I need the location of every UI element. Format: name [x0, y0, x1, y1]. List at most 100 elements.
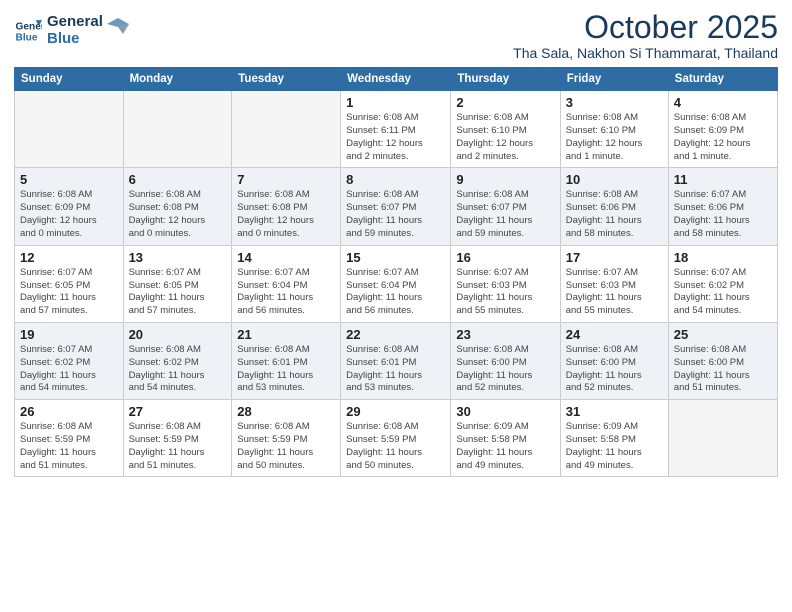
calendar-day-cell: 31Sunrise: 6:09 AM Sunset: 5:58 PM Dayli…	[560, 400, 668, 477]
day-info: Sunrise: 6:08 AM Sunset: 6:10 PM Dayligh…	[566, 112, 663, 163]
calendar-day-cell: 4 Sunrise: 6:08 AM Sunset: 6:09 PM Daylig…	[668, 91, 777, 168]
day-number: 18	[674, 250, 772, 265]
calendar-day-cell: 20 Sunrise: 6:08 AM Sunset: 6:02 PM Dayli…	[123, 322, 232, 399]
day-number: 25	[674, 327, 772, 342]
logo-icon: General Blue	[14, 17, 42, 45]
calendar-day-cell: 26 Sunrise: 6:08 AM Sunset: 5:59 PM Dayli…	[15, 400, 124, 477]
day-info: Sunrise: 6:08 AM Sunset: 6:09 PM Dayligh…	[20, 189, 118, 240]
calendar-day-cell: 6 Sunrise: 6:08 AM Sunset: 6:08 PM Daylig…	[123, 168, 232, 245]
day-number: 20	[129, 327, 227, 342]
calendar-week-row: 19 Sunrise: 6:07 AM Sunset: 6:02 PM Dayli…	[15, 322, 778, 399]
calendar-day-cell: 11 Sunrise: 6:07 AM Sunset: 6:06 PM Dayli…	[668, 168, 777, 245]
day-number: 21	[237, 327, 335, 342]
calendar-day-cell: 19 Sunrise: 6:07 AM Sunset: 6:02 PM Dayli…	[15, 322, 124, 399]
day-of-week-header: Tuesday	[232, 68, 341, 91]
location-title: Tha Sala, Nakhon Si Thammarat, Thailand	[513, 45, 778, 61]
calendar-day-cell	[232, 91, 341, 168]
calendar-day-cell: 15 Sunrise: 6:07 AM Sunset: 6:04 PM Dayli…	[341, 245, 451, 322]
day-info: Sunrise: 6:07 AM Sunset: 6:03 PM Dayligh…	[566, 267, 663, 318]
day-info: Sunrise: 6:08 AM Sunset: 6:01 PM Dayligh…	[346, 344, 445, 395]
calendar-day-cell: 27 Sunrise: 6:08 AM Sunset: 5:59 PM Dayli…	[123, 400, 232, 477]
calendar-day-cell: 29 Sunrise: 6:08 AM Sunset: 5:59 PM Dayli…	[341, 400, 451, 477]
day-of-week-header: Wednesday	[341, 68, 451, 91]
calendar-day-cell: 24Sunrise: 6:08 AM Sunset: 6:00 PM Dayli…	[560, 322, 668, 399]
day-number: 15	[346, 250, 445, 265]
calendar-day-cell: 9Sunrise: 6:08 AM Sunset: 6:07 PM Daylig…	[451, 168, 560, 245]
day-number: 11	[674, 172, 772, 187]
calendar-week-row: 1Sunrise: 6:08 AM Sunset: 6:11 PM Daylig…	[15, 91, 778, 168]
day-info: Sunrise: 6:08 AM Sunset: 5:59 PM Dayligh…	[20, 421, 118, 472]
calendar-day-cell: 7 Sunrise: 6:08 AM Sunset: 6:08 PM Daylig…	[232, 168, 341, 245]
calendar-day-cell: 2 Sunrise: 6:08 AM Sunset: 6:10 PM Daylig…	[451, 91, 560, 168]
day-info: Sunrise: 6:08 AM Sunset: 5:59 PM Dayligh…	[129, 421, 227, 472]
header: General Blue General Blue October 2025 T…	[14, 10, 778, 61]
day-info: Sunrise: 6:07 AM Sunset: 6:05 PM Dayligh…	[20, 267, 118, 318]
day-info: Sunrise: 6:08 AM Sunset: 6:11 PM Dayligh…	[346, 112, 445, 163]
day-info: Sunrise: 6:08 AM Sunset: 6:06 PM Dayligh…	[566, 189, 663, 240]
day-number: 17	[566, 250, 663, 265]
day-info: Sunrise: 6:07 AM Sunset: 6:02 PM Dayligh…	[674, 267, 772, 318]
day-number: 7	[237, 172, 335, 187]
calendar-day-cell: 28 Sunrise: 6:08 AM Sunset: 5:59 PM Dayli…	[232, 400, 341, 477]
day-info: Sunrise: 6:08 AM Sunset: 6:07 PM Dayligh…	[456, 189, 554, 240]
day-number: 13	[129, 250, 227, 265]
day-number: 22	[346, 327, 445, 342]
calendar-day-cell: 21Sunrise: 6:08 AM Sunset: 6:01 PM Dayli…	[232, 322, 341, 399]
day-number: 2	[456, 95, 554, 110]
day-number: 16	[456, 250, 554, 265]
day-number: 28	[237, 404, 335, 419]
day-of-week-header: Monday	[123, 68, 232, 91]
day-number: 26	[20, 404, 118, 419]
calendar-day-cell: 3Sunrise: 6:08 AM Sunset: 6:10 PM Daylig…	[560, 91, 668, 168]
day-number: 31	[566, 404, 663, 419]
calendar-day-cell	[668, 400, 777, 477]
day-info: Sunrise: 6:08 AM Sunset: 6:09 PM Dayligh…	[674, 112, 772, 163]
day-info: Sunrise: 6:07 AM Sunset: 6:06 PM Dayligh…	[674, 189, 772, 240]
day-info: Sunrise: 6:08 AM Sunset: 6:10 PM Dayligh…	[456, 112, 554, 163]
day-number: 6	[129, 172, 227, 187]
calendar-day-cell: 14Sunrise: 6:07 AM Sunset: 6:04 PM Dayli…	[232, 245, 341, 322]
day-info: Sunrise: 6:07 AM Sunset: 6:02 PM Dayligh…	[20, 344, 118, 395]
day-number: 27	[129, 404, 227, 419]
logo-bird-icon	[107, 16, 129, 38]
header-right: October 2025 Tha Sala, Nakhon Si Thammar…	[513, 10, 778, 61]
day-info: Sunrise: 6:07 AM Sunset: 6:05 PM Dayligh…	[129, 267, 227, 318]
calendar-day-cell: 13 Sunrise: 6:07 AM Sunset: 6:05 PM Dayli…	[123, 245, 232, 322]
day-info: Sunrise: 6:08 AM Sunset: 6:00 PM Dayligh…	[566, 344, 663, 395]
calendar-day-cell: 8Sunrise: 6:08 AM Sunset: 6:07 PM Daylig…	[341, 168, 451, 245]
day-info: Sunrise: 6:07 AM Sunset: 6:04 PM Dayligh…	[346, 267, 445, 318]
day-info: Sunrise: 6:09 AM Sunset: 5:58 PM Dayligh…	[456, 421, 554, 472]
calendar-day-cell	[123, 91, 232, 168]
day-number: 30	[456, 404, 554, 419]
logo: General Blue General Blue	[14, 14, 129, 47]
day-number: 29	[346, 404, 445, 419]
calendar-week-row: 5 Sunrise: 6:08 AM Sunset: 6:09 PM Daylig…	[15, 168, 778, 245]
calendar-day-cell: 25Sunrise: 6:08 AM Sunset: 6:00 PM Dayli…	[668, 322, 777, 399]
day-of-week-header: Sunday	[15, 68, 124, 91]
calendar-day-cell	[15, 91, 124, 168]
calendar-day-cell: 17 Sunrise: 6:07 AM Sunset: 6:03 PM Dayli…	[560, 245, 668, 322]
day-info: Sunrise: 6:08 AM Sunset: 6:08 PM Dayligh…	[129, 189, 227, 240]
calendar-day-cell: 22 Sunrise: 6:08 AM Sunset: 6:01 PM Dayli…	[341, 322, 451, 399]
day-info: Sunrise: 6:07 AM Sunset: 6:03 PM Dayligh…	[456, 267, 554, 318]
day-number: 23	[456, 327, 554, 342]
day-number: 14	[237, 250, 335, 265]
calendar-day-cell: 12Sunrise: 6:07 AM Sunset: 6:05 PM Dayli…	[15, 245, 124, 322]
calendar-day-cell: 10Sunrise: 6:08 AM Sunset: 6:06 PM Dayli…	[560, 168, 668, 245]
logo-line1: General	[47, 14, 103, 31]
day-info: Sunrise: 6:08 AM Sunset: 5:59 PM Dayligh…	[346, 421, 445, 472]
day-number: 19	[20, 327, 118, 342]
calendar-table: SundayMondayTuesdayWednesdayThursdayFrid…	[14, 67, 778, 477]
day-number: 5	[20, 172, 118, 187]
month-title: October 2025	[513, 10, 778, 45]
calendar-day-cell: 23Sunrise: 6:08 AM Sunset: 6:00 PM Dayli…	[451, 322, 560, 399]
calendar-day-cell: 16 Sunrise: 6:07 AM Sunset: 6:03 PM Dayli…	[451, 245, 560, 322]
calendar-week-row: 12Sunrise: 6:07 AM Sunset: 6:05 PM Dayli…	[15, 245, 778, 322]
day-number: 4	[674, 95, 772, 110]
day-number: 8	[346, 172, 445, 187]
day-info: Sunrise: 6:08 AM Sunset: 6:02 PM Dayligh…	[129, 344, 227, 395]
calendar-day-cell: 18 Sunrise: 6:07 AM Sunset: 6:02 PM Dayli…	[668, 245, 777, 322]
calendar-day-cell: 5 Sunrise: 6:08 AM Sunset: 6:09 PM Daylig…	[15, 168, 124, 245]
day-info: Sunrise: 6:08 AM Sunset: 6:08 PM Dayligh…	[237, 189, 335, 240]
day-info: Sunrise: 6:08 AM Sunset: 5:59 PM Dayligh…	[237, 421, 335, 472]
